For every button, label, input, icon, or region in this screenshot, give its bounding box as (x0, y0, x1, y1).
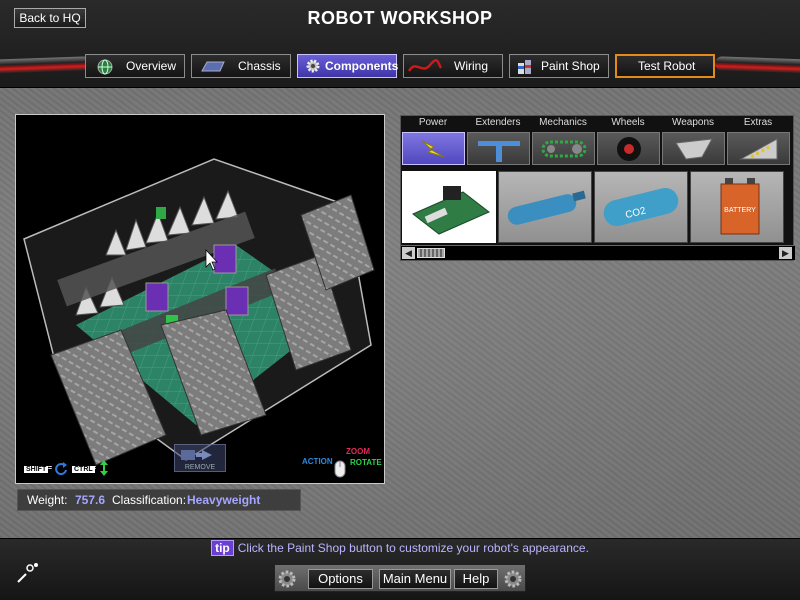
gear-icon (278, 570, 296, 588)
co2-tank-icon: CO2 (603, 187, 679, 227)
category-label: Weapons (671, 117, 715, 128)
top-bar: Back to HQ ROBOT WORKSHOP Overview Chass… (0, 0, 800, 88)
category-icon-box (662, 132, 725, 165)
category-label: Extenders (475, 117, 521, 128)
robot-3d-viewport[interactable]: SHIFT = CTRL = ACTION ZOOM ROTATE (15, 114, 385, 484)
cable-decoration (714, 56, 800, 74)
category-tab-extras[interactable]: Extras (726, 116, 790, 166)
tab-label: Chassis (238, 59, 281, 73)
rotate-icon (55, 462, 67, 476)
classification-value: Heavyweight (187, 493, 261, 507)
remove-arrow-icon (181, 450, 212, 460)
weight-value: 757.6 (75, 493, 106, 507)
tab-label: Components (325, 59, 399, 73)
category-icon-box (727, 132, 790, 165)
tab-label: Wiring (454, 59, 489, 73)
help-button[interactable]: Help (454, 569, 498, 589)
mouse-icon (334, 460, 346, 478)
scroll-thumb[interactable] (417, 248, 445, 258)
tab-paint-shop[interactable]: Paint Shop (509, 54, 609, 78)
main-menu-button[interactable]: Main Menu (379, 569, 451, 589)
tab-overview[interactable]: Overview (85, 54, 185, 78)
lightning-icon (421, 140, 445, 158)
wedge-icon (739, 138, 778, 160)
category-tab-extenders[interactable]: Extenders (466, 116, 530, 166)
rotate-hint: ROTATE (350, 458, 382, 467)
chain-drive-icon (541, 140, 587, 158)
options-button[interactable]: Options (308, 569, 373, 589)
category-label: Wheels (611, 117, 645, 128)
globe-icon (97, 59, 113, 75)
category-label: Mechanics (539, 117, 587, 128)
robot-model (23, 158, 375, 466)
action-hint: ACTION (302, 457, 333, 466)
tab-wiring[interactable]: Wiring (403, 54, 503, 78)
catalog-scrollbar[interactable]: ◀ ▶ (401, 245, 795, 260)
category-label: Power (418, 117, 448, 128)
robot-stats-bar: Weight: 757.6 Classification: Heavyweigh… (17, 489, 301, 511)
category-tab-power[interactable]: Power (401, 116, 465, 166)
zoom-hint: ZOOM (346, 447, 370, 456)
tip-badge: tip (211, 540, 234, 556)
scroll-left-button[interactable]: ◀ (402, 247, 415, 259)
page-title: ROBOT WORKSHOP (307, 8, 493, 28)
category-label: Extras (743, 117, 773, 128)
category-icon-box (467, 132, 530, 165)
shift-key-hint: SHIFT (24, 466, 49, 473)
weight-label: Weight: (27, 493, 68, 507)
remove-label: REMOVE (184, 464, 216, 471)
category-icon-box (597, 132, 660, 165)
battery-icon: BATTERY (720, 178, 760, 235)
category-tab-mechanics[interactable]: Mechanics (531, 116, 595, 166)
hint-equals: = (48, 465, 53, 472)
battery-text: BATTERY (724, 207, 756, 214)
wire-icon (408, 59, 442, 72)
category-icon-box (402, 132, 465, 165)
wheel-icon (617, 137, 641, 161)
remove-button[interactable]: REMOVE (174, 444, 226, 472)
catalog-item-circuit-board[interactable] (402, 171, 496, 243)
tab-label: Paint Shop (541, 59, 600, 73)
vertical-arrow-icon (100, 460, 108, 476)
blade-icon (675, 138, 713, 160)
tab-components[interactable]: Components (297, 54, 399, 78)
classification-label: Classification: (112, 493, 187, 507)
circuit-board-icon (412, 186, 490, 235)
game-logo-icon (17, 563, 38, 583)
gear-icon (504, 570, 522, 588)
extender-icon (478, 141, 520, 162)
cable-decoration (0, 56, 91, 74)
tab-chassis[interactable]: Chassis (191, 54, 291, 78)
tab-test-robot[interactable]: Test Robot (615, 54, 715, 78)
paint-cans-icon (518, 60, 531, 74)
gear-icon (306, 59, 320, 73)
scroll-right-button[interactable]: ▶ (779, 247, 792, 259)
tip-text: Click the Paint Shop button to customize… (237, 541, 589, 555)
gas-tank-icon (507, 190, 586, 225)
component-catalog: Power Extenders Mechanics Wheels Weapons… (400, 115, 795, 261)
tip-line: tip Click the Paint Shop button to custom… (0, 540, 800, 556)
category-tab-weapons[interactable]: Weapons (661, 116, 725, 166)
tab-label: Test Robot (638, 59, 696, 73)
catalog-item-battery[interactable]: BATTERY (690, 171, 784, 243)
chassis-icon (201, 61, 225, 72)
tab-label: Overview (126, 59, 177, 73)
hint-equals: = (92, 465, 97, 472)
main-menu-bar: Options Main Menu Help (274, 564, 526, 592)
catalog-item-blue-tank[interactable] (498, 171, 592, 243)
category-tab-wheels[interactable]: Wheels (596, 116, 660, 166)
category-icon-box (532, 132, 595, 165)
catalog-item-co2-tank[interactable]: CO2 (594, 171, 688, 243)
